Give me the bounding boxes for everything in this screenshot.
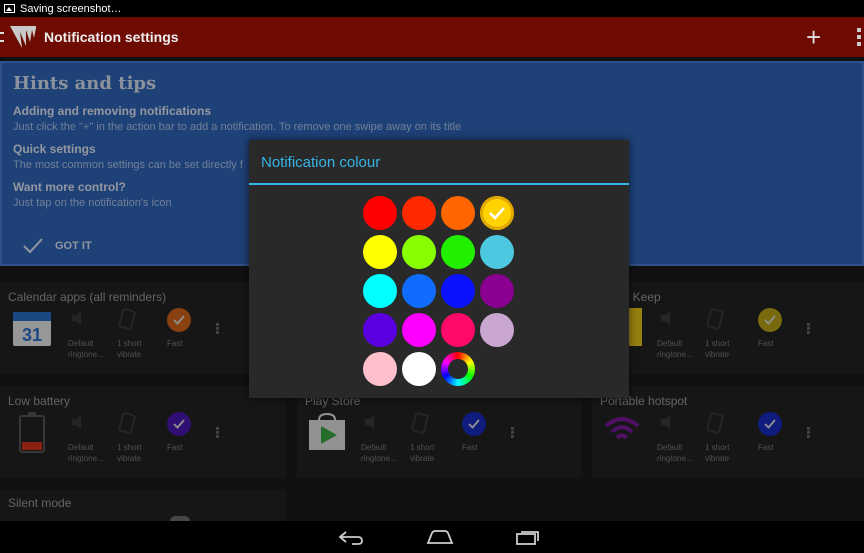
- status-text: Saving screenshot…: [20, 2, 122, 15]
- colour-swatch[interactable]: [441, 274, 475, 308]
- colour-swatch[interactable]: [441, 235, 475, 269]
- colour-swatch[interactable]: [402, 352, 436, 386]
- colour-swatch[interactable]: [402, 196, 436, 230]
- page-title: Notification settings: [44, 29, 179, 45]
- colour-swatch[interactable]: [441, 196, 475, 230]
- colour-swatch[interactable]: [402, 235, 436, 269]
- app-logo-icon[interactable]: [8, 24, 38, 50]
- colour-swatch[interactable]: [402, 274, 436, 308]
- drawer-indicator-icon[interactable]: [0, 32, 4, 42]
- custom-colour-wheel[interactable]: [441, 352, 475, 386]
- colour-swatch[interactable]: [363, 196, 397, 230]
- screen: Saving screenshot… Notification settings…: [0, 0, 864, 553]
- dialog-title: Notification colour: [261, 154, 381, 171]
- recents-icon[interactable]: [516, 529, 542, 545]
- dialog-divider: [249, 183, 629, 185]
- colour-swatch[interactable]: [441, 313, 475, 347]
- colour-swatch[interactable]: [363, 313, 397, 347]
- colour-swatch[interactable]: [480, 313, 514, 347]
- notification-colour-dialog: Notification colour: [249, 140, 629, 398]
- colour-swatch[interactable]: [363, 274, 397, 308]
- colour-swatch[interactable]: [402, 313, 436, 347]
- colour-swatch[interactable]: [480, 274, 514, 308]
- image-icon: [4, 4, 15, 13]
- colour-swatch[interactable]: [363, 235, 397, 269]
- status-bar: Saving screenshot…: [0, 0, 864, 17]
- colour-swatch[interactable]: [363, 352, 397, 386]
- colour-swatch[interactable]: [480, 235, 514, 269]
- check-icon: [489, 207, 505, 220]
- navigation-bar: [0, 521, 864, 553]
- action-bar: Notification settings +: [0, 17, 864, 57]
- add-notification-button[interactable]: +: [806, 24, 821, 50]
- back-icon[interactable]: [338, 530, 364, 546]
- overflow-menu-icon[interactable]: [857, 28, 861, 46]
- colour-swatch[interactable]: [480, 196, 514, 230]
- home-icon[interactable]: [426, 530, 454, 544]
